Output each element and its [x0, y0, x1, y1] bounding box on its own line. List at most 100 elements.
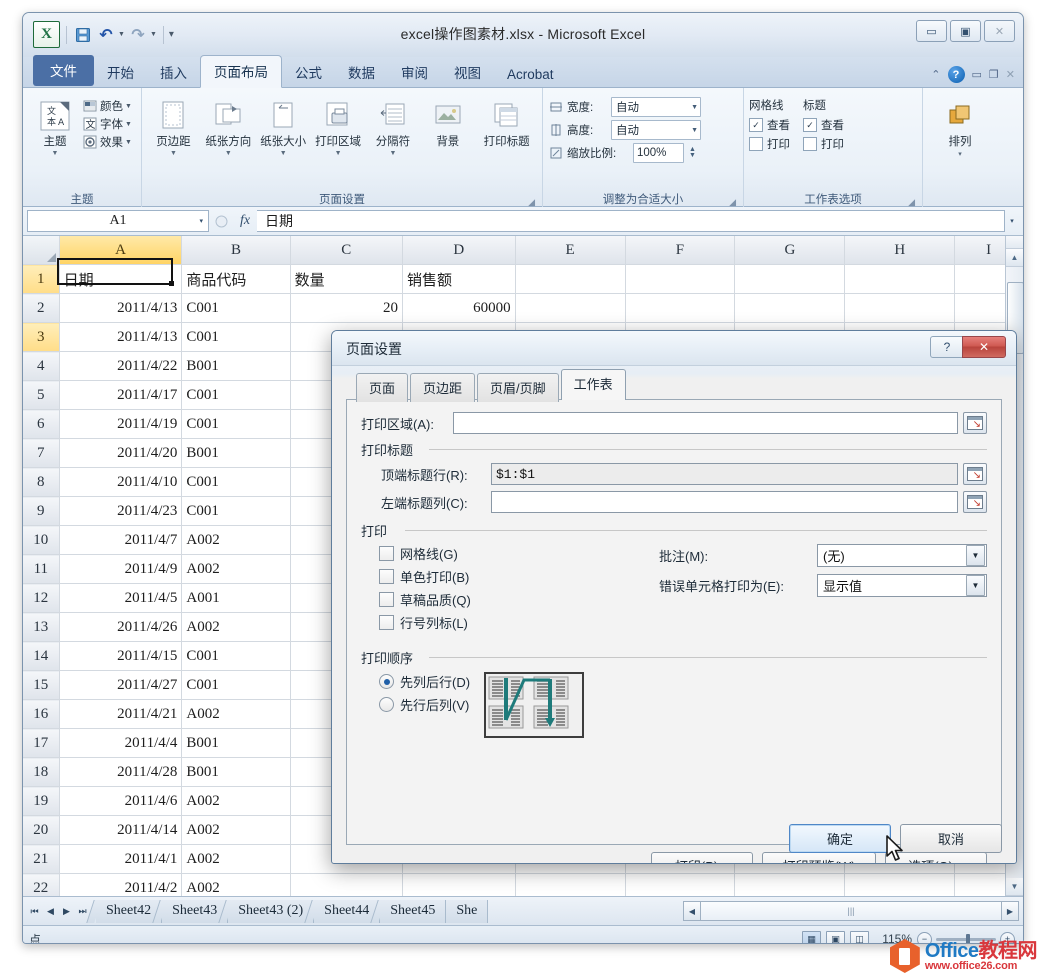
theme-fonts-button[interactable]: 文 字体 ▼: [82, 116, 132, 132]
gridlines-checkbox[interactable]: 网格线(G): [379, 544, 659, 563]
col-header-F[interactable]: F: [625, 236, 735, 265]
cell-A16[interactable]: 2011/4/21: [59, 700, 182, 729]
row-header-14[interactable]: 14: [23, 642, 59, 671]
gridlines-print-checkbox[interactable]: 打印: [749, 136, 790, 152]
doc-restore-icon[interactable]: ❐: [989, 68, 999, 81]
cell-F1[interactable]: [625, 265, 735, 294]
scale-input[interactable]: 100%: [633, 143, 684, 163]
print-titles-button[interactable]: 打印标题: [476, 95, 537, 149]
cell-C1[interactable]: 数量: [290, 265, 402, 294]
cell-A15[interactable]: 2011/4/27: [59, 671, 182, 700]
cell-A10[interactable]: 2011/4/7: [59, 526, 182, 555]
doc-close-icon[interactable]: ✕: [1006, 68, 1015, 81]
insert-function-icon[interactable]: fx: [233, 211, 257, 231]
chevron-down-icon[interactable]: ▼: [966, 575, 985, 596]
cell-C2[interactable]: 20: [290, 294, 402, 323]
cell-B20[interactable]: A002: [182, 816, 290, 845]
cell-B15[interactable]: C001: [182, 671, 290, 700]
cell-B4[interactable]: B001: [182, 352, 290, 381]
chevron-down-icon[interactable]: ▼: [125, 103, 132, 110]
cell-E1[interactable]: [515, 265, 625, 294]
hscroll-thumb[interactable]: |||: [701, 901, 1001, 921]
col-header-E[interactable]: E: [515, 236, 625, 265]
tab-home[interactable]: 开始: [94, 57, 147, 88]
height-combo[interactable]: 自动 ▼: [611, 120, 701, 140]
theme-effects-button[interactable]: 效果 ▼: [82, 134, 132, 150]
row-header-9[interactable]: 9: [23, 497, 59, 526]
chevron-down-icon[interactable]: ▼: [125, 121, 132, 128]
chevron-down-icon[interactable]: ▼: [170, 150, 177, 157]
ok-button[interactable]: 确定: [789, 824, 891, 853]
row-header-19[interactable]: 19: [23, 787, 59, 816]
cell-A17[interactable]: 2011/4/4: [59, 729, 182, 758]
cell-A1[interactable]: 日期: [59, 265, 182, 294]
cell-B6[interactable]: C001: [182, 410, 290, 439]
cell-F2[interactable]: [625, 294, 735, 323]
row-header-2[interactable]: 2: [23, 294, 59, 323]
row-header-11[interactable]: 11: [23, 555, 59, 584]
row-header-12[interactable]: 12: [23, 584, 59, 613]
row-header-17[interactable]: 17: [23, 729, 59, 758]
print-area-range-picker[interactable]: ↘: [963, 412, 987, 434]
cancel-button[interactable]: 取消: [900, 824, 1002, 853]
cell-A8[interactable]: 2011/4/10: [59, 468, 182, 497]
draft-quality-checkbox[interactable]: 草稿品质(Q): [379, 590, 659, 609]
order-over-then-down-radio[interactable]: 先行后列(V): [379, 695, 470, 714]
doc-minimize-icon[interactable]: ▭: [972, 68, 982, 81]
chevron-down-icon[interactable]: ▼: [125, 139, 132, 146]
row-header-10[interactable]: 10: [23, 526, 59, 555]
row-header-5[interactable]: 5: [23, 381, 59, 410]
row-header-20[interactable]: 20: [23, 816, 59, 845]
cell-A13[interactable]: 2011/4/26: [59, 613, 182, 642]
dialog-tab-sheet[interactable]: 工作表: [561, 369, 626, 400]
scale-spinner[interactable]: ▲▼: [689, 147, 696, 159]
row-header-8[interactable]: 8: [23, 468, 59, 497]
row-header-13[interactable]: 13: [23, 613, 59, 642]
dialog-tab-margins[interactable]: 页边距: [410, 373, 475, 402]
cell-A9[interactable]: 2011/4/23: [59, 497, 182, 526]
cell-C22[interactable]: [290, 874, 402, 897]
col-header-A[interactable]: A: [59, 236, 182, 265]
cell-E2[interactable]: [515, 294, 625, 323]
cancel-entry-icon[interactable]: [209, 211, 233, 231]
cell-B5[interactable]: C001: [182, 381, 290, 410]
dialog-tab-page[interactable]: 页面: [356, 373, 408, 402]
rows-to-repeat-range-picker[interactable]: ↘: [963, 463, 987, 485]
cell-errors-combo[interactable]: 显示值 ▼: [817, 574, 987, 597]
black-white-checkbox[interactable]: 单色打印(B): [379, 567, 659, 586]
chevron-down-icon[interactable]: ▼: [52, 150, 59, 157]
comments-combo[interactable]: (无) ▼: [817, 544, 987, 567]
cell-G22[interactable]: [735, 874, 845, 897]
cell-A14[interactable]: 2011/4/15: [59, 642, 182, 671]
sheet-tab-sheet45[interactable]: Sheet45: [380, 900, 446, 923]
cell-G2[interactable]: [735, 294, 845, 323]
cell-B13[interactable]: A002: [182, 613, 290, 642]
tab-formulas[interactable]: 公式: [282, 57, 335, 88]
minimize-button[interactable]: ▭: [916, 20, 947, 42]
cell-D22[interactable]: [402, 874, 515, 897]
tab-page-layout[interactable]: 页面布局: [200, 55, 282, 88]
col-header-D[interactable]: D: [402, 236, 515, 265]
print-button[interactable]: 打印(P)...: [651, 852, 753, 864]
cell-G1[interactable]: [735, 265, 845, 294]
select-all-button[interactable]: [23, 236, 59, 265]
cell-F22[interactable]: [625, 874, 735, 897]
chevron-down-icon[interactable]: ▼: [966, 545, 985, 566]
cell-A4[interactable]: 2011/4/22: [59, 352, 182, 381]
chevron-down-icon[interactable]: ▼: [691, 127, 698, 134]
row-header-18[interactable]: 18: [23, 758, 59, 787]
row-header-1[interactable]: 1: [23, 265, 59, 294]
chevron-down-icon[interactable]: ▾: [199, 217, 203, 225]
tab-review[interactable]: 审阅: [388, 57, 441, 88]
row-header-22[interactable]: 22: [23, 874, 59, 897]
chevron-down-icon[interactable]: ▼: [280, 150, 287, 157]
col-header-C[interactable]: C: [290, 236, 402, 265]
cell-A5[interactable]: 2011/4/17: [59, 381, 182, 410]
cell-B8[interactable]: C001: [182, 468, 290, 497]
nav-prev-icon[interactable]: ◀: [43, 902, 58, 920]
hscroll-left-icon[interactable]: ◀: [683, 901, 701, 921]
nav-first-icon[interactable]: ⏮: [27, 902, 42, 920]
chevron-down-icon[interactable]: ▼: [691, 104, 698, 111]
cell-H1[interactable]: [845, 265, 955, 294]
col-header-G[interactable]: G: [735, 236, 845, 265]
